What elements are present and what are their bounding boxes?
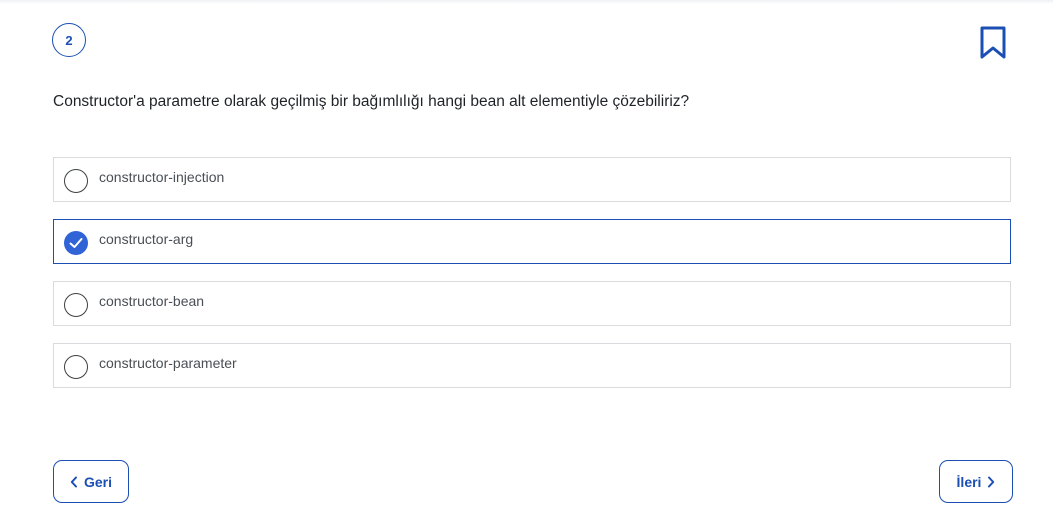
option-label: constructor-parameter [99,355,237,371]
option-constructor-arg[interactable]: constructor-arg [53,219,1011,264]
option-constructor-bean[interactable]: constructor-bean [53,281,1011,326]
chevron-left-icon [70,476,78,488]
quiz-page: 2 Constructor'a parametre olarak geçilmi… [0,0,1053,528]
radio-unchecked-icon[interactable] [64,169,88,193]
radio-unchecked-icon[interactable] [64,355,88,379]
next-button-label: İleri [956,473,982,490]
back-button-label: Geri [83,473,112,490]
option-label: constructor-bean [99,293,205,309]
question-number: 2 [65,32,73,48]
radio-checked-icon[interactable] [64,231,88,255]
option-constructor-injection[interactable]: constructor-injection [53,157,1011,202]
option-constructor-parameter[interactable]: constructor-parameter [53,343,1011,388]
chevron-right-icon [987,476,995,488]
back-button[interactable]: Geri [53,460,129,503]
option-label: constructor-injection [99,169,225,185]
bookmark-icon[interactable] [979,26,1007,60]
question-number-badge: 2 [52,23,86,57]
option-label: constructor-arg [99,231,194,247]
radio-unchecked-icon[interactable] [64,293,88,317]
top-divider [0,0,1053,4]
next-button[interactable]: İleri [939,460,1013,503]
question-text: Constructor'a parametre olarak geçilmiş … [53,93,690,110]
